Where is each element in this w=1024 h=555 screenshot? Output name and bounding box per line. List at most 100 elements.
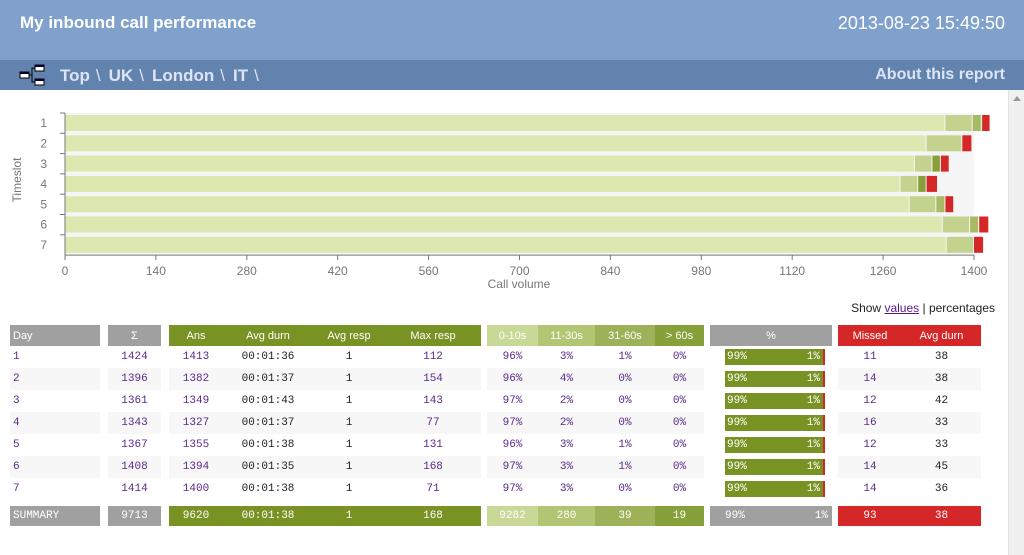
col-missed[interactable]: Missed — [838, 325, 902, 346]
breadcrumb-bar: Top \ UK \ London \ IT \ About this report — [0, 60, 1024, 90]
pct-answered: 99% — [727, 461, 747, 473]
bar-segment-11-30s-timeslot-3 — [914, 155, 932, 172]
pct-missed: 1% — [806, 439, 820, 451]
y-tick-label: 6 — [40, 218, 47, 232]
cell-max-resp: 143 — [423, 395, 443, 407]
cell-missed-avg-durn: 33 — [934, 439, 949, 451]
cell-day[interactable]: 7 — [10, 478, 100, 500]
summary-row: SUMMARY 9713 9620 00:01:38 1 168 9282 28… — [10, 506, 981, 526]
scroll-up-arrow-icon[interactable] — [1013, 96, 1021, 101]
col-avg-durn[interactable]: Avg durn — [223, 325, 313, 346]
summary-max-resp: 168 — [385, 506, 481, 526]
cell-day[interactable]: 1 — [10, 346, 100, 368]
cell-total: 1367 — [121, 439, 148, 451]
show-values-link[interactable]: values — [884, 301, 919, 315]
hierarchy-icon[interactable] — [19, 64, 45, 86]
about-report-link[interactable]: About this report — [875, 66, 1005, 84]
cell-missed: 12 — [863, 439, 877, 451]
cell-answered: 1413 — [182, 351, 210, 363]
call-stats-table: Day Σ Ans Avg durn Avg resp Max resp 0-1… — [10, 325, 981, 526]
answered-missed-bar: 99% 1% — [725, 459, 825, 475]
cell-missed-avg-durn: 36 — [934, 483, 949, 495]
cell-31-60s: 0% — [618, 395, 632, 407]
summary-pct-answered: 99% — [725, 510, 745, 522]
bar-segment-31-60s-timeslot-5 — [936, 196, 945, 213]
col-answered[interactable]: Ans — [169, 325, 223, 346]
col-31-60s[interactable]: 31-60s — [595, 325, 655, 346]
summary-11-30s: 280 — [538, 506, 595, 526]
table-row[interactable]: 7 1414 1400 00:01:38 1 71 97% 3% 0% 0% 9… — [10, 478, 981, 500]
cell-31-60s: 1% — [618, 439, 632, 451]
breadcrumb-separator: \ — [220, 66, 225, 85]
cell-day[interactable]: 6 — [10, 456, 100, 478]
show-percentages-option[interactable]: percentages — [929, 301, 995, 315]
bar-segment-missed-timeslot-3 — [940, 155, 949, 172]
cell-missed: 14 — [838, 456, 902, 478]
table-row[interactable]: 2 1396 1382 00:01:37 1 154 96% 4% 0% 0% … — [10, 368, 981, 390]
cell-percent: 99% 1% — [710, 412, 832, 434]
breadcrumb-london[interactable]: London — [152, 66, 214, 85]
table-row[interactable]: 3 1361 1349 00:01:43 1 143 97% 2% 0% 0% … — [10, 390, 981, 412]
table-row[interactable]: 6 1408 1394 00:01:35 1 168 97% 3% 1% 0% … — [10, 456, 981, 478]
cell-day[interactable]: 2 — [10, 368, 100, 390]
vertical-scrollbar[interactable] — [1008, 90, 1024, 555]
col-avg-resp[interactable]: Avg resp — [313, 325, 385, 346]
breadcrumb-uk[interactable]: UK — [109, 66, 134, 85]
cell-gt-60s: 0% — [672, 351, 687, 363]
cell-11-30s: 2% — [559, 395, 574, 407]
show-label: Show — [851, 301, 882, 315]
cell-day[interactable]: 4 — [10, 412, 100, 434]
cell-answered: 1349 — [182, 395, 210, 407]
x-axis-label: Call volume — [488, 277, 551, 291]
pct-answered: 99% — [727, 373, 747, 385]
pct-missed: 1% — [806, 395, 820, 407]
cell-missed-avg-durn: 45 — [902, 456, 981, 478]
pct-missed: 1% — [806, 351, 820, 363]
y-axis-label: Timeslot — [10, 157, 24, 203]
page-title: My inbound call performance — [20, 13, 257, 32]
cell-gt-60s: 0% — [672, 483, 687, 495]
col-gt-60s[interactable]: > 60s — [655, 325, 704, 346]
breadcrumb-it[interactable]: IT — [233, 66, 248, 85]
table-row[interactable]: 1 1424 1413 00:01:36 1 112 96% 3% 1% 0% … — [10, 346, 981, 368]
cell-0-10s: 97% — [487, 456, 538, 478]
summary-missed: 93 — [838, 506, 902, 526]
bar-segment-0-10s-timeslot-4 — [65, 175, 900, 192]
answered-missed-bar: 99% 1% — [725, 371, 825, 387]
x-tick-label: 1400 — [961, 264, 988, 278]
breadcrumb-top[interactable]: Top — [60, 66, 90, 85]
col-total[interactable]: Σ — [108, 325, 161, 346]
x-tick-label: 980 — [691, 264, 711, 278]
cell-avg-resp: 1 — [345, 483, 353, 495]
table-row[interactable]: 4 1343 1327 00:01:37 1 77 97% 2% 0% 0% 9… — [10, 412, 981, 434]
col-day[interactable]: Day — [10, 325, 100, 346]
y-tick-label: 5 — [40, 197, 47, 211]
cell-11-30s: 2% — [538, 412, 595, 434]
cell-avg-resp: 1 — [345, 351, 353, 363]
bar-segment--60s-timeslot-4 — [918, 175, 926, 192]
col-0-10s[interactable]: 0-10s — [487, 325, 538, 346]
table-row[interactable]: 5 1367 1355 00:01:38 1 131 96% 3% 1% 0% … — [10, 434, 981, 456]
cell-missed: 14 — [863, 483, 877, 495]
col-11-30s[interactable]: 11-30s — [538, 325, 595, 346]
cell-day[interactable]: 5 — [10, 434, 100, 456]
cell-max-resp: 154 — [385, 368, 481, 390]
cell-gt-60s: 0% — [655, 368, 704, 390]
cell-missed: 16 — [838, 412, 902, 434]
report-header: My inbound call performance 2013-08-23 1… — [0, 0, 1024, 60]
col-max-resp[interactable]: Max resp — [385, 325, 481, 346]
cell-gt-60s: 0% — [655, 412, 704, 434]
cell-max-resp: 77 — [385, 412, 481, 434]
bar-segment-missed-timeslot-5 — [945, 196, 954, 213]
breadcrumb-separator: \ — [139, 66, 144, 85]
cell-percent: 99% 1% — [710, 456, 832, 478]
cell-day[interactable]: 3 — [10, 390, 100, 412]
cell-total: 1396 — [108, 368, 161, 390]
summary-label: SUMMARY — [10, 506, 100, 526]
col-percent[interactable]: % — [710, 325, 832, 346]
cell-avg-durn: 00:01:36 — [241, 351, 295, 363]
cell-0-10s: 97% — [487, 412, 538, 434]
cell-missed: 14 — [838, 368, 902, 390]
pct-answered: 99% — [727, 417, 747, 429]
col-missed-avg-durn[interactable]: Avg durn — [902, 325, 981, 346]
